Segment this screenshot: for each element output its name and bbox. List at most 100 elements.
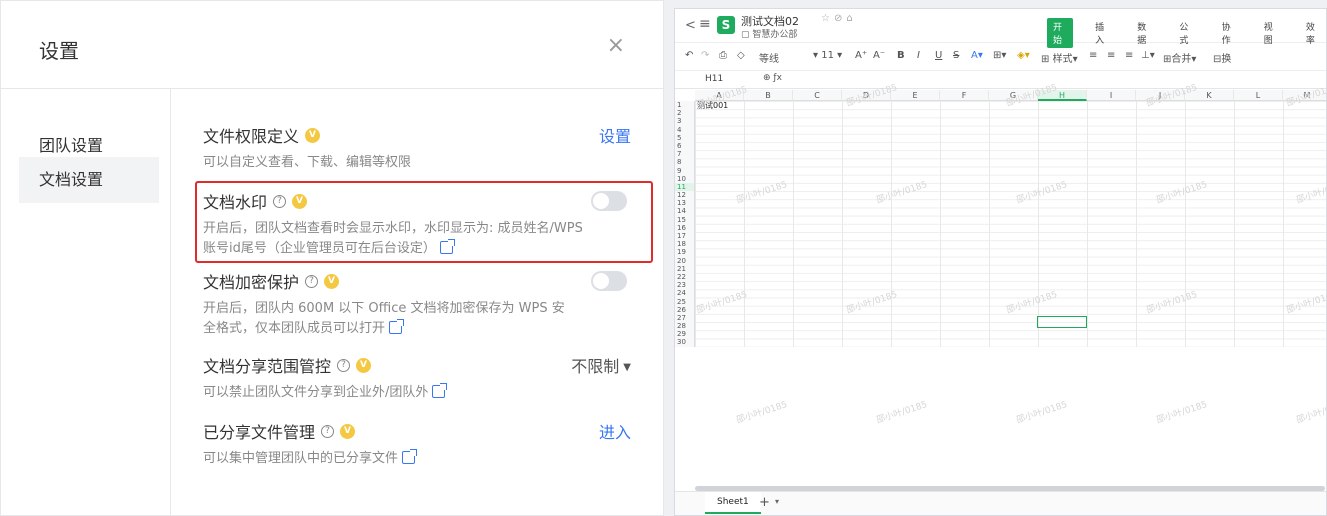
row-header-22[interactable]: 22	[675, 272, 695, 282]
style-button[interactable]: ⊞ 样式▾	[1041, 50, 1078, 65]
help-icon[interactable]: ?	[321, 424, 335, 438]
align-center-icon[interactable]: ≡	[1107, 50, 1115, 61]
share-scope-dropdown[interactable]: 不限制 ▼	[571, 353, 631, 377]
align-left-icon[interactable]: ≡	[1089, 50, 1097, 61]
row-header-23[interactable]: 23	[675, 281, 695, 290]
zoom-fx-icon[interactable]: ⊕ ƒx	[763, 73, 782, 83]
encryption-toggle[interactable]	[591, 271, 627, 291]
close-button[interactable]: ×	[607, 35, 625, 57]
chevron-down-icon[interactable]: ▾	[775, 497, 779, 506]
align-right-icon[interactable]: ≡	[1125, 50, 1133, 61]
bold-icon[interactable]: B	[897, 50, 905, 61]
column-header-i[interactable]: I	[1087, 90, 1136, 101]
row-header-19[interactable]: 19	[675, 248, 695, 257]
row-header-2[interactable]: 2	[675, 109, 695, 118]
row-header-25[interactable]: 25	[675, 297, 695, 306]
row-header-29[interactable]: 29	[675, 330, 695, 339]
watermark-text: 邵小叶/0185	[1015, 399, 1069, 426]
setting-encryption: 文档加密保护 ? V 开启后，团队内 600M 以下 Office 文档将加密保…	[203, 269, 631, 339]
redo-icon[interactable]: ↷	[701, 50, 709, 61]
watermark-text: 邵小叶/0185	[1295, 399, 1327, 426]
chevron-down-icon: ▼	[623, 362, 631, 373]
setting-title: 文档分享范围管控	[203, 357, 332, 376]
row-header-6[interactable]: 6	[675, 141, 695, 151]
row-header-13[interactable]: 13	[675, 199, 695, 208]
settings-content: 文件权限定义 V 可以自定义查看、下载、编辑等权限 设置 文档水印 ? V 开启…	[171, 89, 663, 515]
row-header-27[interactable]: 27	[675, 313, 695, 323]
sidebar-item-document-settings[interactable]: 文档设置	[19, 157, 159, 203]
document-path[interactable]: ▢ 智慧办公部	[741, 27, 797, 40]
row-header-15[interactable]: 15	[675, 215, 695, 224]
set-permission-link[interactable]: 设置	[599, 123, 631, 147]
setting-title: 文件权限定义	[203, 127, 300, 146]
print-icon[interactable]: ⎙	[719, 50, 727, 61]
font-color-icon[interactable]: A▾	[971, 50, 983, 61]
row-header-3[interactable]: 3	[675, 117, 695, 126]
row-header-30[interactable]: 30	[675, 338, 695, 347]
increase-font-icon[interactable]: A⁺	[855, 50, 867, 61]
wrap-button[interactable]: ⊟换	[1213, 50, 1231, 65]
sheet-tabs-bar: Sheet1 + ▾	[675, 491, 1326, 515]
fill-color-icon[interactable]: ◈▾	[1017, 50, 1030, 61]
watermark-text: 邵小叶/0185	[1155, 399, 1209, 426]
format-painter-icon[interactable]: ◇	[737, 50, 745, 61]
toolbar: ↶ ↷ ⎙ ◇ 等线 ▾ 11 ▾ A⁺ A⁻ B I U S A▾ ⊞▾ ◈▾…	[675, 43, 1326, 71]
settings-header: 设置 ×	[1, 1, 663, 89]
row-header-21[interactable]: 21	[675, 264, 695, 273]
settings-sidebar: 团队设置 文档设置	[1, 89, 171, 515]
selected-cell-h11[interactable]	[1037, 316, 1087, 328]
column-header-c[interactable]: C	[793, 90, 842, 101]
external-link-icon[interactable]	[432, 383, 448, 398]
name-box[interactable]: H11	[705, 74, 723, 84]
row-header-17[interactable]: 17	[675, 232, 695, 241]
row-header-8[interactable]: 8	[675, 158, 695, 167]
add-sheet-button[interactable]: +	[759, 495, 770, 510]
row-header-16[interactable]: 16	[675, 223, 695, 232]
row-header-24[interactable]: 24	[675, 289, 695, 298]
external-link-icon[interactable]	[402, 449, 418, 464]
setting-file-permission: 文件权限定义 V 可以自定义查看、下载、编辑等权限 设置	[203, 123, 631, 173]
row-header-28[interactable]: 28	[675, 322, 695, 331]
help-icon[interactable]: ?	[305, 274, 319, 288]
external-link-icon[interactable]	[389, 319, 405, 334]
row-header-7[interactable]: 7	[675, 150, 695, 159]
column-header-l[interactable]: L	[1234, 90, 1283, 101]
row-header-10[interactable]: 10	[675, 174, 695, 183]
italic-icon[interactable]: I	[917, 50, 920, 61]
vip-crown-icon: V	[324, 273, 340, 289]
strikethrough-icon[interactable]: S	[953, 50, 959, 61]
border-icon[interactable]: ⊞▾	[993, 50, 1006, 61]
row-header-14[interactable]: 14	[675, 207, 695, 216]
font-family-select[interactable]: 等线	[759, 50, 779, 65]
row-header-9[interactable]: 9	[675, 166, 695, 175]
row-header-12[interactable]: 12	[675, 191, 695, 200]
decrease-font-icon[interactable]: A⁻	[873, 50, 885, 61]
row-header-20[interactable]: 20	[675, 256, 695, 265]
enter-shared-files-link[interactable]: 进入	[599, 419, 631, 443]
row-header-11[interactable]: 11	[675, 182, 695, 192]
sheet-tab-sheet1[interactable]: Sheet1	[705, 492, 761, 514]
row-header-26[interactable]: 26	[675, 305, 695, 314]
font-size-select[interactable]: ▾ 11 ▾	[813, 50, 842, 61]
setting-description: 可以集中管理团队中的已分享文件	[203, 451, 399, 466]
setting-shared-files: 已分享文件管理 ? V 可以集中管理团队中的已分享文件 进入	[203, 419, 631, 469]
setting-description: 可以禁止团队文件分享到企业外/团队外	[203, 385, 429, 400]
merge-button[interactable]: ⊞合并▾	[1163, 50, 1196, 65]
column-header-f[interactable]: F	[940, 90, 989, 101]
vertical-align-icon[interactable]: ⊥▾	[1141, 50, 1155, 61]
column-header-b[interactable]: B	[744, 90, 793, 101]
menu-icon[interactable]: ≡	[699, 16, 711, 32]
title-bar: < ≡ S 测试文档02 ☆⊘⌂ ▢ 智慧办公部 开始 插入 数据 公式 协作 …	[675, 9, 1326, 48]
row-header-5[interactable]: 5	[675, 133, 695, 142]
undo-icon[interactable]: ↶	[685, 50, 693, 61]
sheet-grid[interactable]: ABCDEFGHIJKLM 1 2 3 4 5 6 7 8 9 10 11 12 13 14 15 16 17 1…	[675, 83, 1327, 487]
help-icon[interactable]: ?	[337, 358, 351, 372]
formula-bar: H11 ⊕ ƒx	[675, 71, 1326, 89]
row-header-18[interactable]: 18	[675, 240, 695, 249]
underline-icon[interactable]: U	[935, 50, 942, 61]
setting-title: 文档加密保护	[203, 273, 300, 292]
doc-action-icons[interactable]: ☆⊘⌂	[821, 13, 857, 24]
row-header-4[interactable]: 4	[675, 125, 695, 134]
row-header-1[interactable]: 1	[675, 101, 695, 110]
back-icon[interactable]: <	[685, 18, 696, 33]
